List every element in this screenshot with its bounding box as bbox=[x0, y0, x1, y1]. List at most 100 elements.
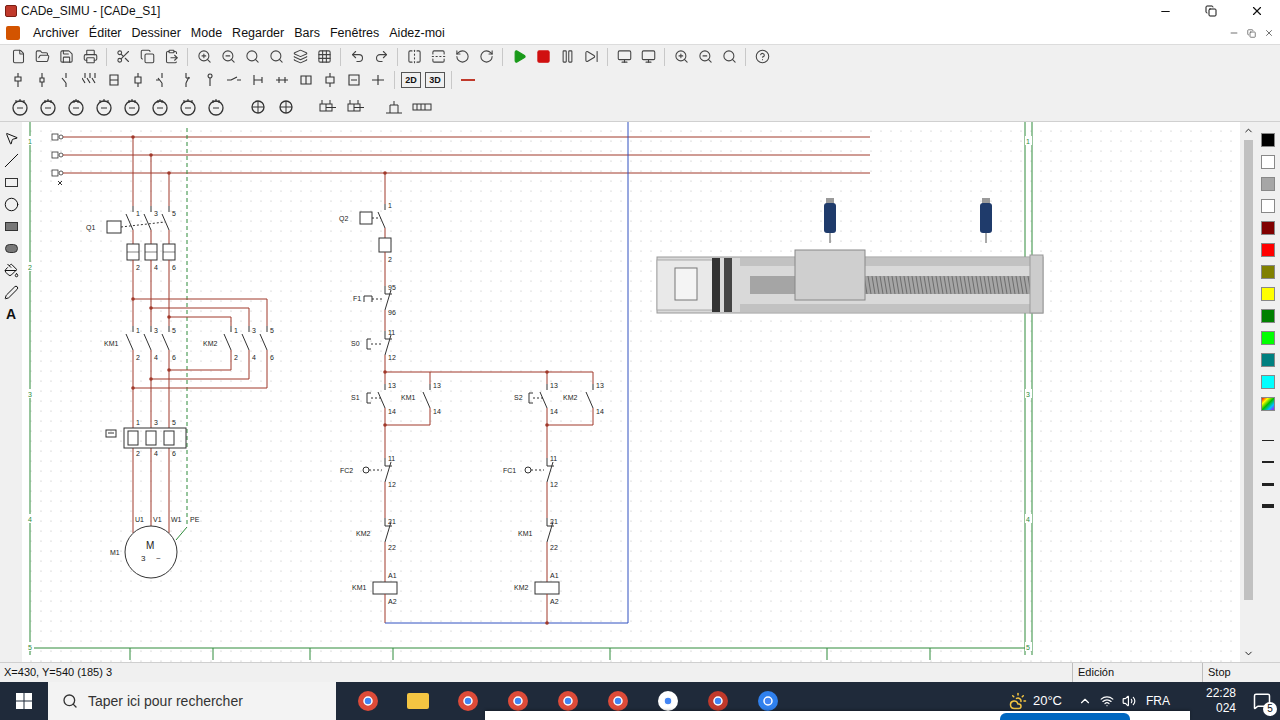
toolbar-button[interactable] bbox=[78, 46, 102, 68]
symbol-button[interactable] bbox=[270, 69, 294, 91]
color-swatch[interactable] bbox=[1261, 309, 1275, 323]
cylinder-button[interactable] bbox=[344, 94, 368, 120]
toolbar-button[interactable] bbox=[402, 46, 426, 68]
toolbar-button[interactable] bbox=[669, 46, 693, 68]
drawing-tool[interactable] bbox=[1, 284, 21, 300]
toolbar-button[interactable] bbox=[579, 46, 603, 68]
menu-item[interactable]: Bars bbox=[289, 27, 325, 40]
vertical-scrollbar[interactable] bbox=[1240, 122, 1256, 662]
symbol-button[interactable] bbox=[78, 69, 102, 91]
color-swatch[interactable] bbox=[1261, 287, 1275, 301]
motor-button[interactable] bbox=[148, 94, 172, 120]
toolbar-button[interactable] bbox=[612, 46, 636, 68]
toolbar-button[interactable] bbox=[159, 46, 183, 68]
toolbar-button[interactable] bbox=[717, 46, 741, 68]
motor-button[interactable] bbox=[8, 94, 32, 120]
canvas[interactable]: Q1135246KM1135246KM2135246135246M1U1V1W1… bbox=[22, 122, 1240, 662]
tray-expand-icon[interactable] bbox=[1078, 694, 1092, 708]
toolbar-button[interactable] bbox=[369, 46, 393, 68]
color-swatch[interactable] bbox=[1261, 199, 1275, 213]
taskbar-app[interactable] bbox=[402, 685, 434, 717]
menu-item[interactable]: Mode bbox=[186, 27, 227, 40]
restore-button[interactable] bbox=[1188, 0, 1234, 22]
toolbar-button[interactable] bbox=[192, 46, 216, 68]
menu-item[interactable]: Dessiner bbox=[127, 27, 186, 40]
toolbar-button[interactable] bbox=[636, 46, 660, 68]
device-button[interactable] bbox=[274, 94, 298, 120]
symbol-button[interactable] bbox=[6, 69, 30, 91]
color-swatch[interactable] bbox=[1261, 331, 1275, 345]
color-swatch[interactable] bbox=[1261, 375, 1275, 389]
symbol-button[interactable] bbox=[102, 69, 126, 91]
view-button[interactable]: 2D bbox=[401, 72, 421, 88]
color-swatch[interactable] bbox=[1261, 265, 1275, 279]
symbol-button[interactable] bbox=[366, 69, 390, 91]
toolbar-button[interactable] bbox=[288, 46, 312, 68]
toolbar-button[interactable] bbox=[111, 46, 135, 68]
mdi-minimize-icon[interactable] bbox=[1229, 28, 1239, 38]
minimize-button[interactable] bbox=[1142, 0, 1188, 22]
toolbar-button[interactable] bbox=[345, 46, 369, 68]
custom-color-swatch[interactable] bbox=[1261, 397, 1275, 411]
color-swatch[interactable] bbox=[1261, 155, 1275, 169]
motor-button[interactable] bbox=[120, 94, 144, 120]
toolbar-button[interactable] bbox=[30, 46, 54, 68]
line-width-option[interactable] bbox=[1261, 455, 1275, 469]
scroll-thumb[interactable] bbox=[1244, 140, 1253, 600]
symbol-button[interactable] bbox=[222, 69, 246, 91]
drawing-tool[interactable] bbox=[1, 152, 21, 168]
color-swatch[interactable] bbox=[1261, 243, 1275, 257]
symbol-button[interactable] bbox=[246, 69, 270, 91]
symbol-button[interactable] bbox=[54, 69, 78, 91]
toolbar-button[interactable] bbox=[54, 46, 78, 68]
notifications-button[interactable]: 5 bbox=[1244, 682, 1280, 720]
symbol-button[interactable] bbox=[318, 69, 342, 91]
drawing-tool[interactable] bbox=[1, 174, 21, 190]
motor-button[interactable] bbox=[92, 94, 116, 120]
toolbar-button[interactable] bbox=[216, 46, 240, 68]
taskbar-app[interactable] bbox=[352, 685, 384, 717]
color-swatch[interactable] bbox=[1261, 353, 1275, 367]
drawing-tool[interactable]: A bbox=[1, 306, 21, 322]
color-swatch[interactable] bbox=[1261, 221, 1275, 235]
weather[interactable]: 20°C bbox=[1009, 691, 1078, 711]
network-icon[interactable] bbox=[1100, 694, 1114, 708]
taskbar-app[interactable] bbox=[452, 685, 484, 717]
scroll-down-icon[interactable] bbox=[1243, 648, 1254, 659]
symbol-button[interactable] bbox=[126, 69, 150, 91]
mdi-restore-icon[interactable] bbox=[1247, 29, 1256, 38]
start-button[interactable] bbox=[0, 682, 48, 720]
toolbar-button[interactable] bbox=[426, 46, 450, 68]
drawing-tool[interactable] bbox=[1, 130, 21, 146]
symbol-button[interactable] bbox=[294, 69, 318, 91]
volume-icon[interactable] bbox=[1122, 694, 1136, 708]
linear-actuator[interactable] bbox=[657, 198, 1043, 313]
toolbar-button[interactable] bbox=[450, 46, 474, 68]
menu-item[interactable]: Aidez-moi bbox=[384, 27, 450, 40]
schematic-canvas[interactable]: Q1135246KM1135246KM2135246135246M1U1V1W1… bbox=[22, 122, 1240, 662]
toolbar-button[interactable] bbox=[312, 46, 336, 68]
toolbar-button[interactable] bbox=[240, 46, 264, 68]
symbol-button[interactable] bbox=[198, 69, 222, 91]
toolbar-button[interactable] bbox=[750, 46, 774, 68]
symbol-button[interactable] bbox=[342, 69, 366, 91]
toolbar-button[interactable] bbox=[531, 46, 555, 68]
toolbar-button[interactable] bbox=[693, 46, 717, 68]
motor-button[interactable] bbox=[64, 94, 88, 120]
drawing-tool[interactable] bbox=[1, 262, 21, 278]
mdi-close-icon[interactable] bbox=[1264, 28, 1274, 38]
line-width-option[interactable] bbox=[1261, 433, 1275, 447]
close-button[interactable] bbox=[1234, 0, 1280, 22]
menu-item[interactable]: Regarder bbox=[227, 27, 289, 40]
motor-button[interactable] bbox=[204, 94, 228, 120]
terminal-button[interactable] bbox=[410, 94, 434, 120]
motor-button[interactable] bbox=[176, 94, 200, 120]
menu-item[interactable]: Archiver bbox=[28, 27, 84, 40]
menu-item[interactable]: Éditer bbox=[84, 27, 127, 40]
input-language[interactable]: FRA bbox=[1146, 692, 1184, 710]
color-swatch[interactable] bbox=[1261, 177, 1275, 191]
search-box[interactable]: Taper ici pour rechercher bbox=[48, 682, 336, 720]
cylinder-button[interactable] bbox=[316, 94, 340, 120]
drawing-tool[interactable] bbox=[1, 196, 21, 212]
toolbar-button[interactable] bbox=[6, 46, 30, 68]
